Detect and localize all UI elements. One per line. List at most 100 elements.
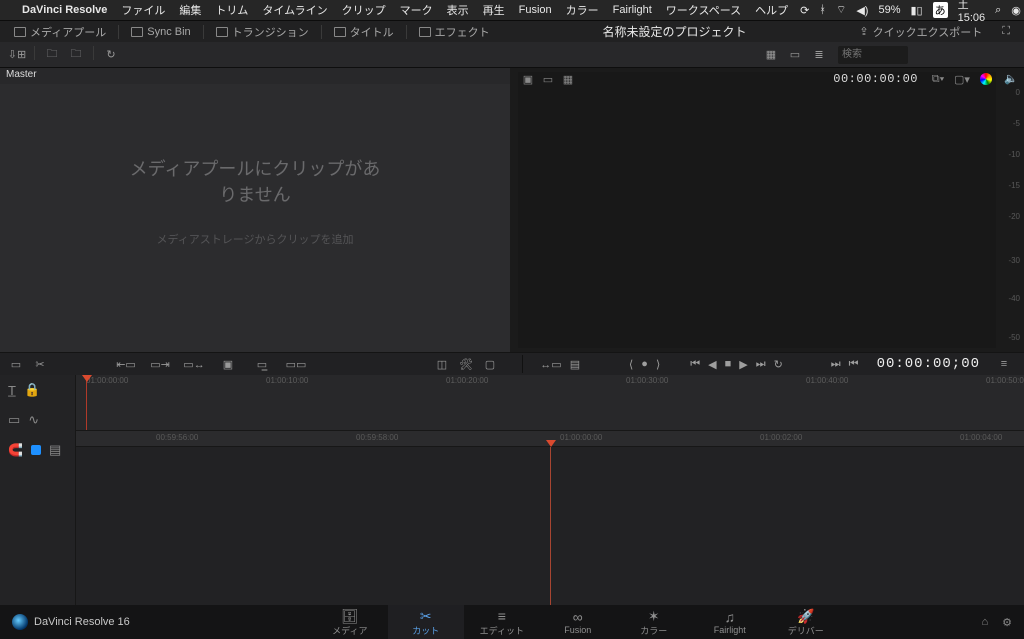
page-deliver[interactable]: 🚀デリバー bbox=[768, 605, 844, 639]
ime-icon[interactable]: あ bbox=[933, 2, 948, 18]
bluetooth-icon[interactable]: ᚼ bbox=[819, 4, 826, 16]
import-button[interactable]: ⇩⊞ bbox=[6, 46, 28, 64]
view-thumb-button[interactable]: ▦ bbox=[760, 46, 782, 64]
refresh-button[interactable]: ↻ bbox=[100, 46, 122, 64]
viewer-canvas[interactable] bbox=[518, 72, 996, 348]
zoom-custom-button[interactable]: ▤ bbox=[565, 356, 585, 372]
project-title: 名称未設定のプロジェクト bbox=[498, 23, 852, 40]
append-button[interactable]: ▭⇥ bbox=[148, 356, 172, 372]
menu-fairlight[interactable]: Fairlight bbox=[613, 4, 652, 16]
next-marker-button[interactable]: ⟩ bbox=[656, 358, 660, 371]
ws-media-pool-button[interactable]: メディアプール bbox=[6, 22, 114, 42]
speaker-icon[interactable]: 🔈 bbox=[1004, 72, 1018, 85]
place-on-top-button[interactable]: ▭̲ bbox=[250, 356, 274, 372]
page-fusion[interactable]: ∞Fusion bbox=[540, 605, 616, 639]
timeline-tracks[interactable]: 01:00:00:0001:00:10:0001:00:20:0001:00:3… bbox=[76, 375, 1024, 615]
split-button[interactable]: ✂ bbox=[30, 356, 50, 372]
wifi-icon[interactable]: ⌔ bbox=[836, 3, 846, 17]
tools-button[interactable]: 🛠 bbox=[456, 356, 476, 372]
menu-trim[interactable]: トリム bbox=[215, 2, 248, 18]
ws-sync-bin-button[interactable]: Sync Bin bbox=[123, 24, 198, 40]
ruler-tick: 01:00:50:00 bbox=[986, 376, 1024, 385]
bin-sub-button[interactable]: 🗀 bbox=[65, 46, 87, 64]
boring-detector-button[interactable]: ▭ bbox=[6, 356, 26, 372]
play-button[interactable]: ▶ bbox=[739, 358, 747, 371]
menu-file[interactable]: ファイル bbox=[121, 2, 165, 18]
upper-ruler[interactable]: 01:00:00:0001:00:10:0001:00:20:0001:00:3… bbox=[76, 375, 1024, 431]
viewer-mode2-button[interactable]: ▭ bbox=[538, 71, 558, 87]
jump-prev-button[interactable]: ⏮ bbox=[849, 358, 859, 371]
marker-color-button[interactable] bbox=[31, 445, 41, 455]
settings-button[interactable]: ⚙ bbox=[1002, 616, 1012, 629]
search-input[interactable] bbox=[838, 46, 908, 64]
ws-title-button[interactable]: タイトル bbox=[326, 22, 402, 42]
siri-icon[interactable]: ◉ bbox=[1011, 4, 1021, 17]
menu-help[interactable]: ヘルプ bbox=[755, 2, 788, 18]
ruler-tick: 01:00:30:00 bbox=[626, 376, 668, 385]
crop-button[interactable]: ▢ bbox=[480, 356, 500, 372]
lower-playhead[interactable] bbox=[550, 447, 551, 615]
page-fairlight[interactable]: ♫Fairlight bbox=[692, 605, 768, 639]
timeline-body[interactable] bbox=[76, 447, 1024, 615]
menu-timeline[interactable]: タイムライン bbox=[262, 2, 327, 18]
home-button[interactable]: ⌂ bbox=[981, 616, 988, 628]
loop-button[interactable]: ↻ bbox=[774, 358, 783, 371]
fullscreen-button[interactable]: ⛶ bbox=[994, 23, 1018, 40]
snap-button[interactable]: 🧲 bbox=[8, 443, 23, 457]
transition-add-button[interactable]: ◫ bbox=[432, 356, 452, 372]
quick-export-button[interactable]: ⇪クイックエクスポート bbox=[851, 22, 990, 42]
viewer-mode1-button[interactable]: ▣ bbox=[518, 71, 538, 87]
menu-app[interactable]: DaVinci Resolve bbox=[22, 4, 107, 16]
bin-new-button[interactable]: 🗀 bbox=[41, 46, 63, 64]
timeline-area: T̲ 🔒 ▭ ∿ 🧲 ▤ 01:00:00:0001:00:10:0001:00:20… bbox=[0, 375, 1024, 615]
sync-icon[interactable]: ⟳ bbox=[800, 4, 809, 17]
go-end-button[interactable]: ⏭ bbox=[756, 358, 766, 371]
smart-insert-button[interactable]: ⇤▭ bbox=[114, 356, 138, 372]
ws-effect-button[interactable]: エフェクト bbox=[411, 22, 498, 42]
viewer-mode3-button[interactable]: ▦ bbox=[558, 71, 578, 87]
menu-workspace[interactable]: ワークスペース bbox=[666, 2, 741, 18]
jump-next-button[interactable]: ⏭ bbox=[831, 358, 841, 371]
view-list-button[interactable]: ≣ bbox=[808, 46, 830, 64]
page-color[interactable]: ✶カラー bbox=[616, 605, 692, 639]
menu-fusion[interactable]: Fusion bbox=[519, 4, 552, 16]
page-cut[interactable]: ✂カット bbox=[388, 605, 464, 639]
battery-label: 59% bbox=[878, 4, 900, 16]
page-edit[interactable]: ≡エディット bbox=[464, 605, 540, 639]
timeline-options-button[interactable]: ≡ bbox=[994, 356, 1014, 372]
play-reverse-button[interactable]: ◀ bbox=[708, 358, 716, 371]
upper-playhead[interactable] bbox=[86, 375, 87, 430]
video-track-icon[interactable]: ▭ bbox=[8, 412, 20, 428]
clock-label[interactable]: 土 15:06 bbox=[958, 0, 986, 24]
prev-marker-button[interactable]: ⟨ bbox=[629, 358, 633, 371]
audio-track-icon[interactable]: ∿ bbox=[28, 412, 39, 428]
media-pool[interactable]: Master メディアプールにクリップがありません メディアストレージからクリッ… bbox=[0, 68, 510, 352]
ws-transition-button[interactable]: トランジション bbox=[208, 22, 317, 42]
viewer-frame-button[interactable]: ⧉▾ bbox=[928, 71, 948, 87]
volume-icon[interactable]: ◀︎) bbox=[856, 4, 868, 17]
workspace-toolbar: メディアプール Sync Bin トランジション タイトル エフェクト 名称未設… bbox=[0, 20, 1024, 42]
menu-view[interactable]: 表示 bbox=[447, 2, 469, 18]
battery-icon[interactable]: ▮▯ bbox=[910, 4, 922, 17]
ripple-overwrite-button[interactable]: ▭↔ bbox=[182, 356, 206, 372]
viewer-safe-button[interactable]: ▢▾ bbox=[952, 71, 972, 87]
edit-toolrow: ▭ ✂ ⇤▭ ▭⇥ ▭↔ ▣ ▭̲ ▭▭ ◫ 🛠 ▢ ↔▭ ▤ ⟨ ● ⟩ ⏮ … bbox=[0, 353, 1024, 375]
menu-edit[interactable]: 編集 bbox=[179, 2, 201, 18]
menu-clip[interactable]: クリップ bbox=[342, 2, 386, 18]
source-overwrite-button[interactable]: ▭▭ bbox=[284, 356, 308, 372]
view-strip-button[interactable]: ▭ bbox=[784, 46, 806, 64]
track-view-button[interactable]: ▤ bbox=[49, 442, 61, 458]
go-start-button[interactable]: ⏮ bbox=[690, 358, 700, 371]
stop-button[interactable]: ■ bbox=[725, 358, 732, 370]
locked-track-icon[interactable]: T̲ bbox=[8, 383, 16, 398]
marker-button[interactable]: ● bbox=[641, 358, 648, 370]
zoom-fit-button[interactable]: ↔▭ bbox=[541, 356, 561, 372]
page-media[interactable]: 🗄メディア bbox=[312, 605, 388, 639]
menu-color[interactable]: カラー bbox=[566, 2, 599, 18]
track-lock-icon[interactable]: 🔒 bbox=[24, 382, 40, 398]
viewer-scope-button[interactable] bbox=[976, 71, 996, 87]
menu-playback[interactable]: 再生 bbox=[483, 2, 505, 18]
menu-mark[interactable]: マーク bbox=[400, 2, 433, 18]
closeup-button[interactable]: ▣ bbox=[216, 356, 240, 372]
spotlight-icon[interactable]: ⌕ bbox=[995, 4, 1001, 17]
